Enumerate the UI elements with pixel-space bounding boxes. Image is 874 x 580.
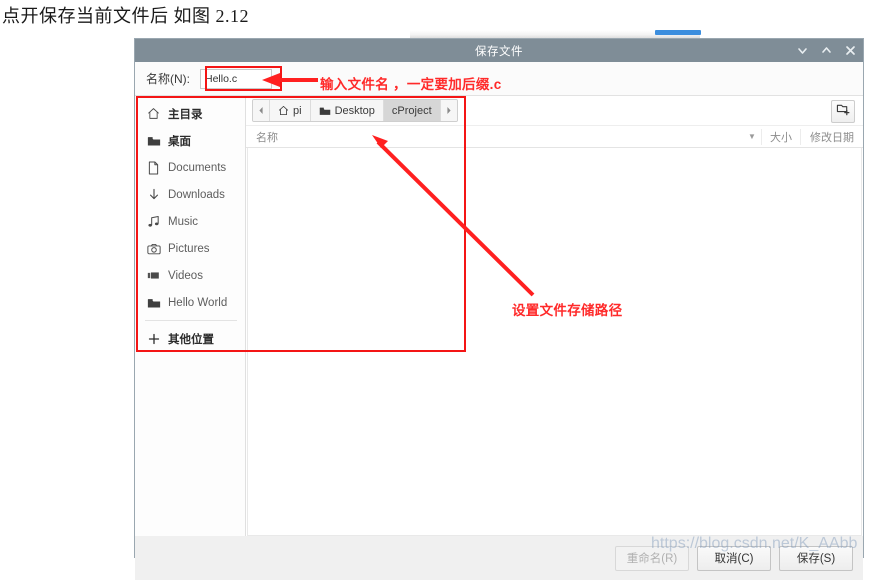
save-button[interactable]: 保存(S) bbox=[779, 545, 853, 571]
camera-icon bbox=[146, 242, 161, 256]
file-list-header: 名称 ▼ 大小 修改日期 bbox=[246, 125, 863, 148]
folder-icon bbox=[146, 134, 161, 148]
minimize-icon[interactable] bbox=[796, 44, 809, 57]
sidebar-item-label: 桌面 bbox=[168, 135, 191, 148]
filename-row: 名称(N): bbox=[135, 62, 863, 96]
sort-descending-icon[interactable]: ▼ bbox=[743, 132, 761, 141]
window-controls bbox=[796, 39, 857, 62]
maximize-icon[interactable] bbox=[820, 44, 833, 57]
column-header-modified[interactable]: 修改日期 bbox=[800, 128, 863, 145]
dialog-title: 保存文件 bbox=[475, 45, 523, 58]
places-sidebar: 主目录 桌面 Documents Downloads Music Picture… bbox=[135, 96, 246, 536]
cancel-button[interactable]: 取消(C) bbox=[697, 545, 771, 571]
sidebar-item-music[interactable]: Music bbox=[135, 208, 245, 235]
folder-icon bbox=[319, 106, 331, 116]
sidebar-item-label: 主目录 bbox=[168, 108, 203, 121]
sidebar-item-hello-world[interactable]: Hello World bbox=[135, 289, 245, 316]
column-header-name[interactable]: 名称 bbox=[246, 129, 743, 145]
path-bar: pi Desktop cProject bbox=[246, 96, 863, 125]
rename-button[interactable]: 重命名(R) bbox=[615, 545, 689, 571]
breadcrumb-label: pi bbox=[293, 104, 302, 117]
dialog-footer: 重命名(R) 取消(C) 保存(S) bbox=[135, 536, 863, 580]
sidebar-item-downloads[interactable]: Downloads bbox=[135, 181, 245, 208]
column-header-size[interactable]: 大小 bbox=[761, 128, 800, 145]
breadcrumb-label: Desktop bbox=[334, 104, 375, 117]
folder-icon bbox=[146, 296, 161, 310]
music-icon bbox=[146, 215, 161, 229]
sidebar-item-desktop[interactable]: 桌面 bbox=[135, 127, 245, 154]
breadcrumb-next-button[interactable] bbox=[440, 100, 457, 121]
sidebar-item-label: Pictures bbox=[168, 242, 210, 255]
sidebar-item-label: Videos bbox=[168, 269, 203, 282]
filename-label: 名称(N): bbox=[146, 72, 190, 86]
file-pane: pi Desktop cProject 名称 ▼ 大小 修改日期 bbox=[246, 96, 863, 536]
breadcrumb-item-desktop[interactable]: Desktop bbox=[310, 100, 384, 121]
sidebar-item-documents[interactable]: Documents bbox=[135, 154, 245, 181]
download-icon bbox=[146, 188, 161, 202]
create-folder-button[interactable] bbox=[831, 100, 855, 123]
background-app-tab bbox=[655, 30, 701, 35]
breadcrumb-prev-button[interactable] bbox=[253, 100, 270, 121]
sidebar-item-label: Documents bbox=[168, 161, 227, 174]
breadcrumb: pi Desktop cProject bbox=[252, 99, 458, 122]
close-icon[interactable] bbox=[844, 44, 857, 57]
sidebar-item-pictures[interactable]: Pictures bbox=[135, 235, 245, 262]
sidebar-item-home[interactable]: 主目录 bbox=[135, 100, 245, 127]
create-folder-icon bbox=[836, 103, 850, 121]
sidebar-item-label: Music bbox=[168, 215, 199, 228]
sidebar-item-label: 其他位置 bbox=[168, 333, 214, 346]
sidebar-item-videos[interactable]: Videos bbox=[135, 262, 245, 289]
home-icon bbox=[278, 105, 289, 116]
breadcrumb-item-cproject[interactable]: cProject bbox=[383, 100, 441, 121]
save-file-dialog: 保存文件 名称(N): 主目录 bbox=[134, 38, 864, 580]
sidebar-item-other-locations[interactable]: 其他位置 bbox=[135, 325, 245, 352]
sidebar-divider bbox=[145, 320, 237, 321]
filename-input[interactable] bbox=[200, 68, 272, 89]
dialog-titlebar: 保存文件 bbox=[135, 39, 863, 62]
dialog-body: 主目录 桌面 Documents Downloads Music Picture… bbox=[135, 96, 863, 536]
breadcrumb-label: cProject bbox=[391, 104, 432, 117]
breadcrumb-item-pi[interactable]: pi bbox=[270, 100, 311, 121]
plus-icon bbox=[146, 332, 161, 346]
video-icon bbox=[146, 269, 161, 283]
sidebar-item-label: Hello World bbox=[168, 296, 228, 309]
sidebar-item-label: Downloads bbox=[168, 188, 225, 201]
document-icon bbox=[146, 161, 161, 175]
page-caption: 点开保存当前文件后 如图 2.12 bbox=[2, 6, 249, 26]
file-list[interactable] bbox=[247, 148, 862, 536]
home-icon bbox=[146, 107, 161, 121]
